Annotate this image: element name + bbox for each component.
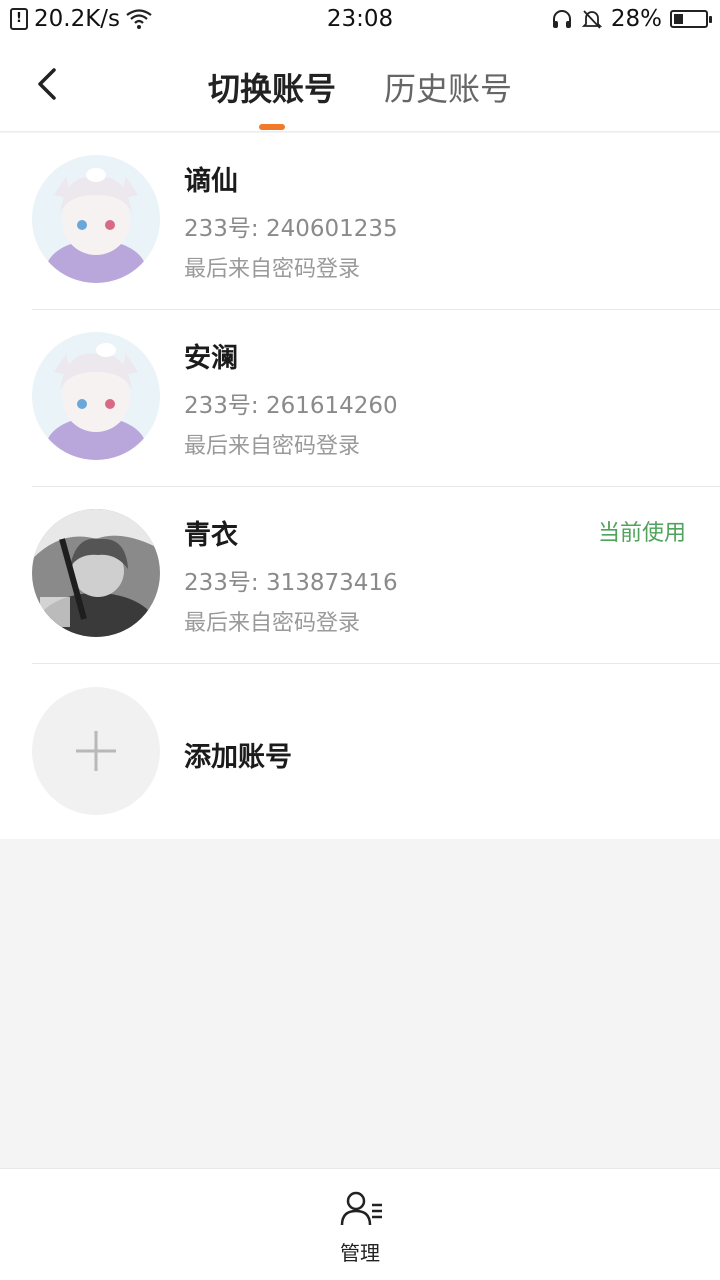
account-uid: 233号: 313873416 — [184, 570, 398, 596]
status-right: 28% — [551, 6, 712, 32]
tab-switch-account[interactable]: 切换账号 — [208, 64, 336, 110]
add-account-circle — [32, 687, 160, 815]
battery-percent: 28% — [610, 6, 662, 32]
account-name: 谪仙 — [184, 166, 238, 197]
add-account-label: 添加账号 — [184, 742, 292, 773]
login-source: 最后来自密码登录 — [184, 257, 361, 282]
header: 切换账号 历史账号 — [0, 40, 720, 132]
chevron-left-icon — [38, 68, 56, 100]
manage-label: 管理 — [340, 1241, 380, 1265]
headset-icon — [552, 10, 571, 28]
user-manage-icon — [340, 1191, 382, 1226]
account-uid: 233号: 240601235 — [184, 216, 398, 242]
account-row[interactable]: 谪仙 233号: 240601235 最后来自密码登录 — [0, 133, 720, 310]
account-name: 青衣 — [184, 520, 238, 551]
tab-indicator — [259, 124, 285, 130]
login-source: 最后来自密码登录 — [184, 611, 361, 636]
manage-button[interactable]: 管理 — [320, 1187, 400, 1267]
avatar — [32, 155, 160, 283]
account-uid: 233号: 261614260 — [184, 393, 398, 419]
plus-icon — [76, 731, 116, 771]
account-row[interactable]: 青衣 当前使用 233号: 313873416 最后来自密码登录 — [0, 487, 720, 664]
avatar — [32, 332, 160, 460]
login-source: 最后来自密码登录 — [184, 434, 361, 459]
account-name: 安澜 — [184, 343, 238, 374]
bell-off-icon — [581, 10, 603, 29]
account-list: 谪仙 233号: 240601235 最后来自密码登录 安澜 233号: 261… — [0, 133, 720, 839]
battery-icon — [670, 10, 712, 28]
current-account-badge: 当前使用 — [597, 521, 686, 546]
status-bar: ! 20.2K/s 23:08 28% — [0, 0, 720, 40]
back-button[interactable] — [28, 62, 68, 106]
tab-history-account[interactable]: 历史账号 — [384, 64, 512, 110]
bottom-bar: 管理 — [0, 1168, 720, 1280]
add-account-button[interactable]: 添加账号 — [0, 663, 720, 839]
avatar — [32, 509, 160, 637]
account-row[interactable]: 安澜 233号: 261614260 最后来自密码登录 — [0, 310, 720, 487]
